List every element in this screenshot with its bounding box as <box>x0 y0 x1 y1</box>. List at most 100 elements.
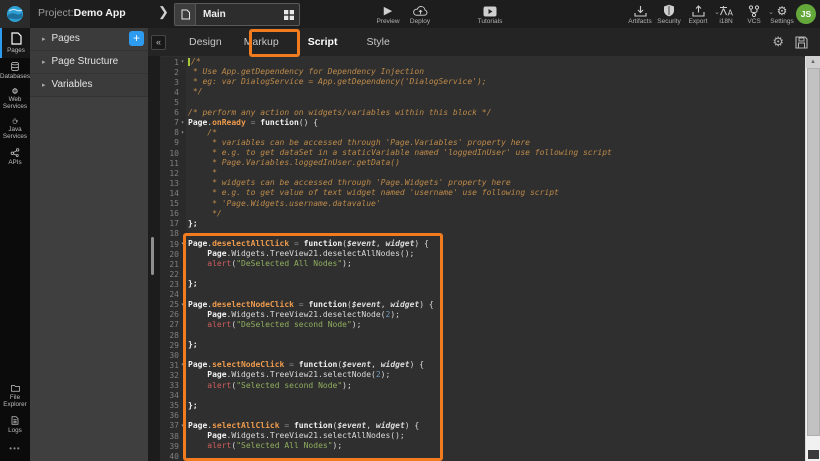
scroll-up-arrow-icon[interactable]: ▲ <box>806 56 820 68</box>
line-number: 38 <box>160 431 186 441</box>
tab-design[interactable]: Design <box>189 36 222 48</box>
scrollbar-thumb[interactable] <box>807 68 820 436</box>
code-line[interactable] <box>188 330 804 340</box>
export-button[interactable]: Export ⌄ <box>682 3 714 27</box>
code-line[interactable]: Page.Widgets.TreeView21.selectAllNodes()… <box>188 431 804 441</box>
add-page-button[interactable]: + <box>129 31 144 46</box>
tab-markup[interactable]: Markup <box>244 36 279 48</box>
line-number: 28 <box>160 330 186 340</box>
scrollbar-corner <box>808 450 819 459</box>
sidebar-item-java-services[interactable]: Java Services <box>0 114 30 144</box>
fold-caret-icon[interactable]: ▾ <box>179 59 186 65</box>
code-line[interactable] <box>188 451 804 461</box>
settings-button[interactable]: ⚙ Settings ⌄ <box>766 3 798 27</box>
code-line[interactable]: }; <box>188 219 804 229</box>
code-line[interactable] <box>188 411 804 421</box>
app-logo[interactable] <box>0 0 30 28</box>
code-line[interactable]: Page.Widgets.TreeView21.selectNode(2); <box>188 370 804 380</box>
code-line[interactable] <box>188 290 804 300</box>
panel-section-page-structure[interactable]: ▸Page Structure <box>30 51 148 74</box>
tutorials-button[interactable]: Tutorials <box>468 3 512 27</box>
editor-left-scrollbar[interactable] <box>148 56 160 461</box>
code-line[interactable]: /* <box>188 128 804 138</box>
nav-chevron-icon[interactable]: ❯ <box>158 4 169 20</box>
fold-caret-icon[interactable]: ▾ <box>179 241 186 247</box>
page-tab-main[interactable]: Main <box>174 3 300 26</box>
code-line[interactable]: /* perform any action on widgets/variabl… <box>188 108 804 118</box>
tab-script[interactable]: Script <box>301 33 345 51</box>
fold-caret-icon[interactable]: ▾ <box>179 362 186 368</box>
line-number: 40 <box>160 451 186 461</box>
collapse-panel-button[interactable]: « <box>151 35 166 50</box>
security-button[interactable]: Security <box>652 3 686 27</box>
code-line[interactable]: alert("DeSelected second Node"); <box>188 320 804 330</box>
globe-icon <box>9 88 21 94</box>
editor-tab-bar: « Design Markup Script Style ⚙ <box>148 28 820 57</box>
sidebar-item-web-services[interactable]: Web Services <box>0 84 30 114</box>
code-line[interactable]: * eg: var DialogService = App.getDepende… <box>188 77 804 87</box>
deploy-button[interactable]: Deploy <box>402 3 438 27</box>
code-line[interactable]: */ <box>188 209 804 219</box>
sidebar-item-file-explorer[interactable]: File Explorer <box>0 380 30 412</box>
code-line[interactable]: /* <box>188 57 804 67</box>
grid-icon[interactable] <box>279 10 299 20</box>
database-icon <box>9 62 21 71</box>
sidebar-item-databases[interactable]: Databases <box>0 58 30 84</box>
sidebar-item-logs[interactable]: Logs <box>0 412 30 438</box>
code-line[interactable]: Page.Widgets.TreeView21.deselectNode(2); <box>188 310 804 320</box>
fold-caret-icon[interactable]: ▾ <box>179 423 186 429</box>
vcs-button[interactable]: VCS ⌄ <box>740 3 768 27</box>
code-line[interactable]: */ <box>188 87 804 97</box>
code-line[interactable] <box>188 391 804 401</box>
code-line[interactable] <box>188 97 804 107</box>
code-line[interactable]: Page.deselectAllClick = function($event,… <box>188 239 804 249</box>
code-line[interactable]: }; <box>188 401 804 411</box>
panel-section-pages[interactable]: ▸Pages + <box>30 28 148 51</box>
code-line[interactable]: alert("Selected All Nodes"); <box>188 441 804 451</box>
code-line[interactable]: * widgets can be accessed through 'Page.… <box>188 178 804 188</box>
translate-icon: A <box>712 3 740 17</box>
line-number: 29 <box>160 340 186 350</box>
code-line[interactable] <box>188 269 804 279</box>
sidebar-overflow-dots[interactable]: ••• <box>0 438 30 461</box>
code-lines[interactable]: /* * Use App.getDependency for Dependenc… <box>188 57 804 461</box>
sidebar-item-pages[interactable]: Pages <box>0 28 30 58</box>
editor-scrollbar[interactable]: ▲ <box>805 56 820 461</box>
code-line[interactable]: Page.selectNodeClick = function($event, … <box>188 360 804 370</box>
fold-caret-icon[interactable]: ▾ <box>179 302 186 308</box>
code-line[interactable]: * e.g. to get value of text widget named… <box>188 188 804 198</box>
code-line[interactable]: Page.deselectNodeClick = function($event… <box>188 300 804 310</box>
i18n-button[interactable]: A i18N <box>712 3 740 27</box>
preview-button[interactable]: ▶ Preview <box>370 3 406 27</box>
code-line[interactable]: * 'Page.Widgets.username.datavalue' <box>188 199 804 209</box>
code-line[interactable]: Page.selectAllClick = function($event, w… <box>188 421 804 431</box>
fold-caret-icon[interactable]: ▾ <box>179 130 186 136</box>
save-icon[interactable] <box>795 36 808 49</box>
code-line[interactable]: * e.g. to get dataSet in a staticVariabl… <box>188 148 804 158</box>
code-line[interactable]: }; <box>188 279 804 289</box>
script-settings-gear-icon[interactable]: ⚙ <box>772 34 784 49</box>
fold-caret-icon[interactable]: ▾ <box>179 120 186 126</box>
code-line[interactable]: alert("Selected second Node"); <box>188 381 804 391</box>
code-line[interactable] <box>188 350 804 360</box>
scrollbar-thumb[interactable] <box>151 237 154 275</box>
line-number: 10 <box>160 148 186 158</box>
code-line[interactable]: * variables can be accessed through 'Pag… <box>188 138 804 148</box>
code-line[interactable]: * Page.Variables.loggedInUser.getData() <box>188 158 804 168</box>
code-line[interactable]: * Use App.getDependency for Dependency I… <box>188 67 804 77</box>
page-tab-label: Main <box>196 9 279 20</box>
line-number: 30 <box>160 350 186 360</box>
pages-icon <box>11 32 22 45</box>
code-line[interactable]: * <box>188 168 804 178</box>
tab-style[interactable]: Style <box>366 36 389 48</box>
code-line[interactable] <box>188 229 804 239</box>
panel-section-variables[interactable]: ▸Variables <box>30 74 148 97</box>
sidebar-item-apis[interactable]: APIs <box>0 144 30 170</box>
script-editor[interactable]: 1▾2 3 4 5 6 7▾8▾9 10 11 12 13 14 15 16 1… <box>160 56 804 461</box>
user-avatar[interactable]: JS <box>796 4 816 24</box>
code-line[interactable]: Page.onReady = function() { <box>188 118 804 128</box>
code-line[interactable]: Page.Widgets.TreeView21.deselectAllNodes… <box>188 249 804 259</box>
line-number: 3 <box>160 77 186 87</box>
code-line[interactable]: alert("DeSelected All Nodes"); <box>188 259 804 269</box>
code-line[interactable]: }; <box>188 340 804 350</box>
